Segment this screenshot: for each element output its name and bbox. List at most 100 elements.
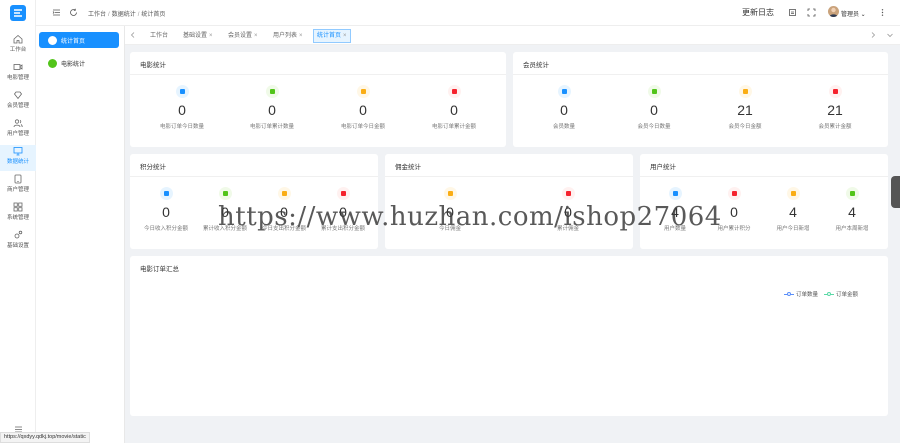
- rail-item-basic-settings[interactable]: 基础设置: [0, 229, 36, 255]
- close-icon[interactable]: ×: [343, 33, 347, 39]
- points-stats-card: 积分统计 0 今日收入积分金额 0 累计收入积分金额 0 今日支出积分金额 0 …: [130, 154, 378, 249]
- stat-member-amount-today: 21 会员今日金额: [705, 85, 785, 130]
- points-icon: [159, 187, 173, 200]
- tab-workbench[interactable]: 工作台: [147, 29, 171, 43]
- user-menu[interactable]: 管理员 ⌄: [841, 9, 866, 18]
- card-title: 电影订单汇总: [140, 266, 179, 273]
- close-icon[interactable]: ×: [299, 33, 303, 39]
- fullscreen-icon[interactable]: [807, 8, 816, 17]
- rail-item-user[interactable]: 用户管理: [0, 117, 36, 143]
- divider: [513, 74, 888, 75]
- submenu-panel: 统计首页 电影统计: [36, 0, 125, 443]
- rail-item-workbench[interactable]: 工作台: [0, 33, 36, 59]
- stat-points-income-total: 0 累计收入积分金额: [195, 187, 255, 232]
- user-add-icon: [786, 187, 800, 200]
- chart-icon: [48, 35, 57, 45]
- users-icon: [0, 118, 36, 130]
- money-icon: [356, 85, 370, 98]
- submenu-item-stats-home[interactable]: 统计首页: [39, 32, 119, 48]
- points-icon: [277, 187, 291, 200]
- breadcrumb-item: 统计首页: [141, 12, 166, 18]
- tab-dropdown-icon[interactable]: [886, 31, 894, 39]
- status-bar-url: https://qxdyy.qdkj.top/movie/static: [0, 432, 90, 443]
- stat-member-today: 0 会员今日数量: [614, 85, 694, 130]
- stat-commission-today: 0 今日佣金: [420, 187, 480, 232]
- divider: [385, 176, 633, 177]
- movie-order-summary-card: 电影订单汇总 订单数量 订单金额: [130, 256, 888, 416]
- rail-item-movie[interactable]: 电影管理: [0, 61, 36, 87]
- card-title: 佣金统计: [395, 164, 421, 171]
- commission-stats-card: 佣金统计 0 今日佣金 0 累计佣金: [385, 154, 633, 249]
- avatar[interactable]: [828, 6, 839, 17]
- film-stats-icon: [48, 58, 57, 68]
- card-title: 会员统计: [523, 62, 549, 69]
- card-title: 电影统计: [140, 62, 166, 69]
- member-icon: [557, 85, 571, 98]
- member-stats-card: 会员统计 0 会员数量 0 会员今日数量 21 会员今日金额 21 会员累计金额: [513, 52, 888, 147]
- stat-points-income-today: 0 今日收入积分金额: [136, 187, 196, 232]
- close-icon[interactable]: ×: [209, 33, 213, 39]
- video-icon: [0, 62, 36, 74]
- tab-stats-home[interactable]: 统计首页 ×: [313, 29, 351, 43]
- points-icon: [218, 187, 232, 200]
- user-stats-card: 用户统计 4 用户数量 0 用户累计积分 4 用户今日新增 4 用户本周新增: [640, 154, 888, 249]
- icon-rail: 工作台 电影管理 会员管理 用户管理 数据统计 商户管理 系统管理 基础设置: [0, 0, 36, 443]
- stat-member-amount-total: 21 会员累计金额: [795, 85, 875, 130]
- breadcrumb: 工作台 / 数据统计 / 统计首页: [88, 12, 166, 18]
- changelog-link[interactable]: 更新日志: [742, 7, 774, 18]
- tablet-icon: [0, 174, 36, 186]
- order-icon: [175, 85, 189, 98]
- rail-item-merchant[interactable]: 商户管理: [0, 173, 36, 199]
- tab-scroll-right-icon[interactable]: [869, 31, 877, 39]
- money-bag-icon: [447, 85, 461, 98]
- tab-scroll-left-icon[interactable]: [129, 31, 137, 39]
- member-icon: [647, 85, 661, 98]
- stat-commission-total: 0 累计佣金: [538, 187, 598, 232]
- stat-member-count: 0 会员数量: [524, 85, 604, 130]
- stat-movie-amount-today: 0 电影订单今日金额: [323, 85, 403, 130]
- card-title: 积分统计: [140, 164, 166, 171]
- layers-icon: [727, 187, 741, 200]
- stat-movie-amount-total: 0 电影订单累计金额: [414, 85, 494, 130]
- movie-stats-card: 电影统计 0 电影订单今日数量 0 电影订单累计数量 0 电影订单今日金额 0 …: [130, 52, 506, 147]
- money-bag-icon: [828, 85, 842, 98]
- stat-user-points: 0 用户累计积分: [704, 187, 764, 232]
- rail-item-statistics[interactable]: 数据统计: [0, 145, 36, 171]
- money-icon: [738, 85, 752, 98]
- rail-item-system[interactable]: 系统管理: [0, 201, 36, 227]
- home-icon: [0, 34, 36, 46]
- close-icon[interactable]: ×: [254, 33, 258, 39]
- divider: [130, 74, 506, 75]
- legend-item-order-count[interactable]: 订单数量: [783, 290, 818, 298]
- stat-points-expense-today: 0 今日支出积分金额: [254, 187, 314, 232]
- divider: [640, 176, 888, 177]
- tab-bar: 工作台 基础设置 × 会员设置 × 用户列表 × 统计首页 ×: [125, 26, 900, 45]
- diamond-icon: [0, 90, 36, 102]
- menu-fold-icon[interactable]: [52, 8, 61, 17]
- tab-member-settings[interactable]: 会员设置 ×: [225, 29, 261, 43]
- refresh-icon[interactable]: [69, 8, 78, 17]
- side-drawer-handle[interactable]: [891, 176, 900, 208]
- tab-user-list[interactable]: 用户列表 ×: [270, 29, 306, 43]
- points-icon: [336, 187, 350, 200]
- rail-item-member[interactable]: 会员管理: [0, 89, 36, 115]
- breadcrumb-item[interactable]: 数据统计: [112, 12, 136, 18]
- top-header: 工作台 / 数据统计 / 统计首页 更新日志 管理员 ⌄: [36, 0, 900, 26]
- app-logo[interactable]: [10, 5, 26, 21]
- monitor-icon: [0, 146, 36, 158]
- breadcrumb-item[interactable]: 工作台: [88, 12, 106, 18]
- tab-basic-settings[interactable]: 基础设置 ×: [180, 29, 216, 43]
- more-icon[interactable]: [878, 8, 887, 17]
- star-icon: [845, 187, 859, 200]
- user-icon: [668, 187, 682, 200]
- submenu-item-movie-stats[interactable]: 电影统计: [39, 55, 119, 71]
- grid-icon: [0, 202, 36, 214]
- stat-points-expense-total: 0 累计支出积分金额: [313, 187, 373, 232]
- card-title: 用户统计: [650, 164, 676, 171]
- lock-screen-icon[interactable]: [788, 8, 797, 17]
- stat-user-new-today: 4 用户今日新增: [763, 187, 823, 232]
- settings-icon: [0, 230, 36, 242]
- legend-item-order-amount[interactable]: 订单金额: [823, 290, 858, 298]
- stat-movie-orders-total: 0 电影订单累计数量: [232, 85, 312, 130]
- divider: [130, 176, 378, 177]
